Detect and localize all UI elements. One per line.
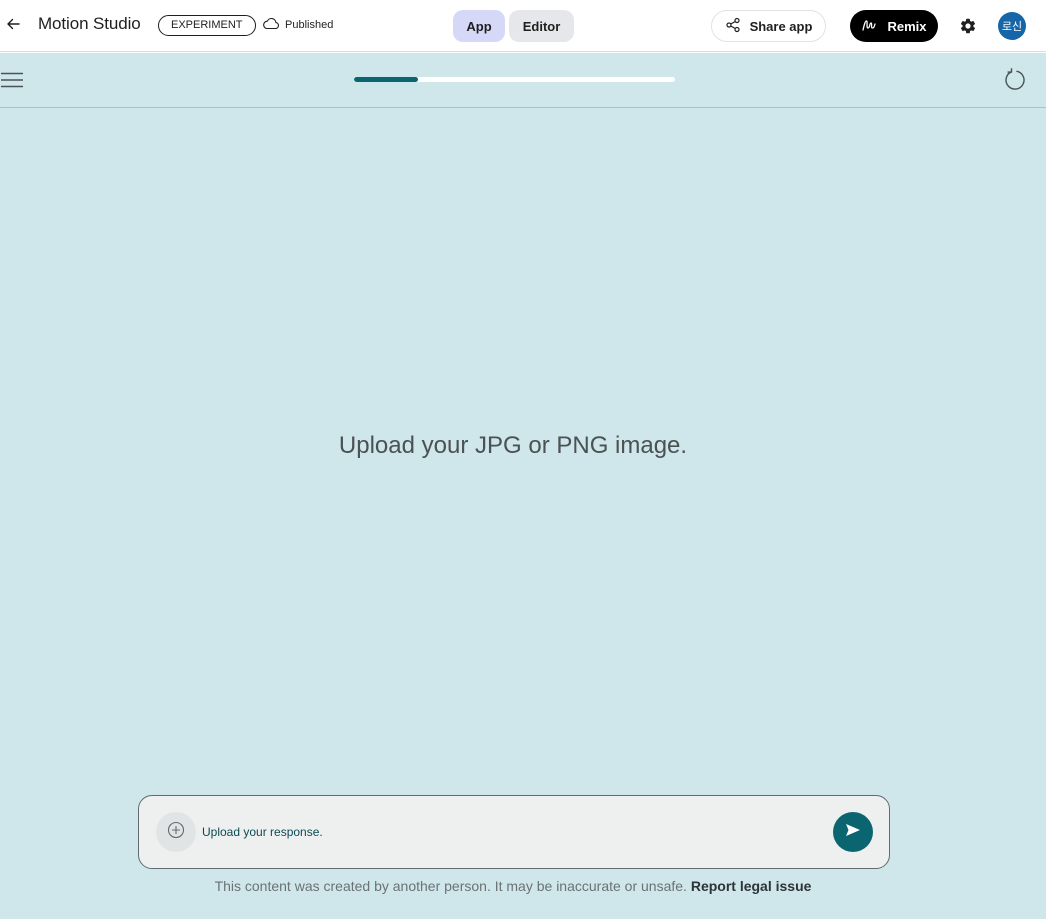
response-composer <box>138 795 890 869</box>
publish-status-label: Published <box>285 19 334 31</box>
tab-app[interactable]: App <box>453 10 505 42</box>
content-disclaimer: This content was created by another pers… <box>0 878 1026 894</box>
share-icon <box>725 17 741 36</box>
tab-editor[interactable]: Editor <box>509 10 574 42</box>
disclaimer-text: This content was created by another pers… <box>214 878 687 894</box>
gear-icon[interactable] <box>957 15 979 37</box>
publish-status: Published <box>262 17 333 33</box>
app-title: Motion Studio <box>38 14 141 33</box>
share-app-label: Share app <box>749 18 813 34</box>
send-button[interactable] <box>833 812 873 852</box>
back-arrow-icon[interactable] <box>2 13 24 35</box>
app-canvas: Upload your JPG or PNG image. This conte… <box>0 53 1046 919</box>
experiment-badge: EXPERIMENT <box>158 15 256 36</box>
remix-icon <box>861 17 877 36</box>
restart-icon[interactable] <box>1003 68 1027 92</box>
report-legal-issue-link[interactable]: Report legal issue <box>691 878 812 894</box>
plus-circle-icon <box>167 821 185 844</box>
avatar[interactable]: 로신 <box>998 12 1026 40</box>
progress-bar-fill <box>354 77 419 82</box>
progress-bar <box>354 77 675 82</box>
response-input[interactable] <box>202 816 822 848</box>
view-switcher: App Editor <box>453 10 574 42</box>
cloud-icon <box>262 17 280 33</box>
app-header <box>0 53 1046 108</box>
top-bar: Motion Studio EXPERIMENT Published App E… <box>0 0 1046 52</box>
remix-button[interactable]: Remix <box>850 10 938 42</box>
add-attachment-button[interactable] <box>156 812 196 852</box>
send-icon <box>845 823 861 842</box>
prompt-text: Upload your JPG or PNG image. <box>338 432 688 459</box>
share-app-button[interactable]: Share app <box>711 10 826 42</box>
remix-label: Remix <box>887 18 927 34</box>
hamburger-menu-icon[interactable] <box>1 69 23 91</box>
